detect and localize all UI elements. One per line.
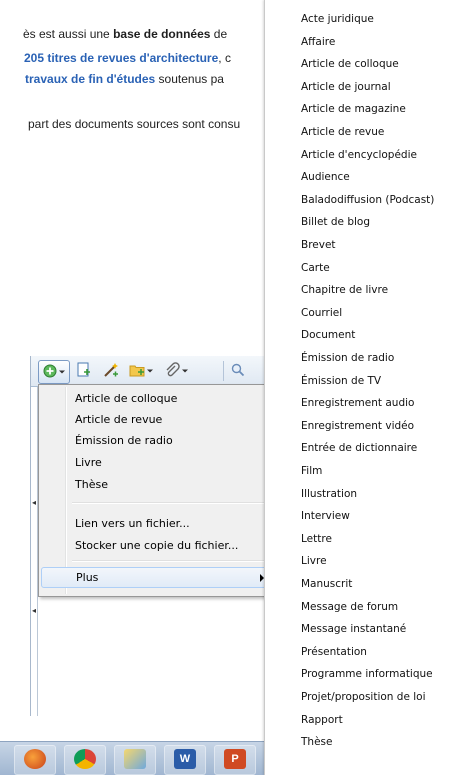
submenu-item[interactable]: Chapitre de livre — [301, 279, 388, 302]
submenu-item[interactable]: Enregistrement audio — [301, 392, 414, 415]
submenu-item[interactable]: Article de colloque — [301, 53, 399, 76]
taskbar-button-firefox[interactable] — [14, 745, 56, 775]
item-type-submenu: Acte juridique Affaire Article de colloque… — [264, 0, 471, 775]
submenu-item[interactable]: Affaire — [301, 31, 335, 54]
theses-link[interactable]: travaux de fin d'études — [25, 72, 155, 86]
word-icon: W — [174, 749, 196, 769]
screen: ès est aussi une base de données de 205 … — [0, 0, 471, 775]
menu-separator — [72, 502, 270, 504]
menu-item-label: Thèse — [75, 478, 108, 491]
article-text: ès est aussi une — [23, 27, 114, 41]
article-line-3: travaux de fin d'études soutenus pa — [25, 72, 224, 86]
chevron-down-icon — [147, 366, 153, 376]
menu-item-label: Émission de radio — [75, 434, 173, 447]
add-by-identifier-button[interactable] — [103, 362, 119, 380]
menu-item-livre[interactable]: Livre — [41, 452, 271, 473]
menu-item-label: Article de revue — [75, 413, 163, 426]
new-item-button[interactable] — [38, 360, 70, 384]
submenu-item[interactable]: Enregistrement vidéo — [301, 415, 414, 438]
submenu-item[interactable]: Rapport — [301, 709, 343, 732]
menu-item-article-de-revue[interactable]: Article de revue — [41, 409, 271, 430]
new-note-button[interactable] — [75, 362, 91, 380]
chevron-down-icon — [59, 367, 65, 377]
submenu-item[interactable]: Baladodiffusion (Podcast) — [301, 189, 434, 212]
submenu-item[interactable]: Émission de radio — [301, 347, 394, 370]
menu-item-label: Livre — [75, 456, 102, 469]
folder-icon — [129, 363, 145, 379]
submenu-item[interactable]: Audience — [301, 166, 350, 189]
menu-item-article-de-colloque[interactable]: Article de colloque — [41, 388, 271, 409]
submenu-item[interactable]: Livre — [301, 550, 327, 573]
article-line-4: part des documents sources sont consu — [28, 117, 240, 131]
article-line-1: ès est aussi une base de données de — [23, 27, 227, 41]
taskbar: W P — [0, 741, 264, 775]
menu-item-label: Lien vers un fichier... — [75, 517, 190, 530]
submenu-item[interactable]: Lettre — [301, 528, 332, 551]
taskbar-button-word[interactable]: W — [164, 745, 206, 775]
journals-link[interactable]: 205 titres de revues d'architecture — [24, 51, 218, 65]
article-line-2: 205 titres de revues d'architecture, c — [24, 51, 231, 65]
submenu-item[interactable]: Thèse — [301, 731, 332, 754]
attach-button[interactable] — [164, 362, 188, 380]
menu-item-label: Article de colloque — [75, 392, 178, 405]
zotero-toolbar — [31, 356, 272, 387]
submenu-item[interactable]: Message de forum — [301, 596, 398, 619]
menu-item-label: Plus — [76, 571, 99, 584]
menu-item-plus[interactable]: Plus — [41, 567, 273, 588]
submenu-item[interactable]: Carte — [301, 257, 330, 280]
article-bold-text: base de données — [113, 27, 211, 41]
submenu-item[interactable]: Illustration — [301, 483, 357, 506]
submenu-item[interactable]: Acte juridique — [301, 8, 374, 31]
new-item-menu: Article de colloque Article de revue Émi… — [38, 384, 276, 597]
submenu-item[interactable]: Émission de TV — [301, 370, 381, 393]
submenu-item[interactable]: Billet de blog — [301, 211, 370, 234]
submenu-item[interactable]: Manuscrit — [301, 573, 352, 596]
splitter-handle[interactable]: ◂ — [31, 496, 37, 510]
splitter-handle[interactable]: ◂ — [31, 604, 37, 618]
menu-item-store-copy[interactable]: Stocker une copie du fichier... — [41, 535, 271, 556]
menu-item-emission-de-radio[interactable]: Émission de radio — [41, 430, 271, 451]
chrome-icon — [74, 749, 96, 769]
submenu-item[interactable]: Interview — [301, 505, 350, 528]
submenu-item[interactable]: Article de revue — [301, 121, 384, 144]
menu-separator — [72, 560, 270, 562]
submenu-item[interactable]: Document — [301, 324, 355, 347]
taskbar-button-paint[interactable] — [114, 745, 156, 775]
submenu-item[interactable]: Film — [301, 460, 322, 483]
new-item-icon — [43, 364, 57, 380]
powerpoint-icon: P — [224, 749, 246, 769]
submenu-item[interactable]: Projet/proposition de loi — [301, 686, 426, 709]
article-text: soutenus pa — [155, 72, 224, 86]
article-text: de — [210, 27, 228, 41]
submenu-item[interactable]: Courriel — [301, 302, 342, 325]
attach-icon — [164, 362, 180, 380]
toolbar-separator — [223, 361, 224, 381]
search-icon — [231, 363, 245, 379]
submenu-item[interactable]: Entrée de dictionnaire — [301, 437, 417, 460]
new-note-icon — [75, 362, 91, 380]
article-text: , c — [218, 51, 231, 65]
article-text: part des documents sources sont consu — [28, 117, 241, 131]
submenu-item[interactable]: Article de magazine — [301, 98, 406, 121]
menu-item-these[interactable]: Thèse — [41, 474, 271, 495]
submenu-item[interactable]: Message instantané — [301, 618, 406, 641]
submenu-item[interactable]: Brevet — [301, 234, 336, 257]
menu-item-link-file[interactable]: Lien vers un fichier... — [41, 513, 271, 534]
submenu-item[interactable]: Article d'encyclopédie — [301, 144, 417, 167]
submenu-item[interactable]: Programme informatique — [301, 663, 433, 686]
chevron-down-icon — [182, 366, 188, 376]
new-collection-button[interactable] — [129, 362, 153, 380]
submenu-item[interactable]: Article de journal — [301, 76, 391, 99]
taskbar-button-powerpoint[interactable]: P — [214, 745, 256, 775]
search-button[interactable] — [231, 362, 245, 380]
menu-item-label: Stocker une copie du fichier... — [75, 539, 239, 552]
taskbar-button-chrome[interactable] — [64, 745, 106, 775]
paint-icon — [124, 749, 146, 769]
firefox-icon — [24, 749, 46, 769]
wand-icon — [103, 362, 119, 380]
submenu-item[interactable]: Présentation — [301, 641, 367, 664]
